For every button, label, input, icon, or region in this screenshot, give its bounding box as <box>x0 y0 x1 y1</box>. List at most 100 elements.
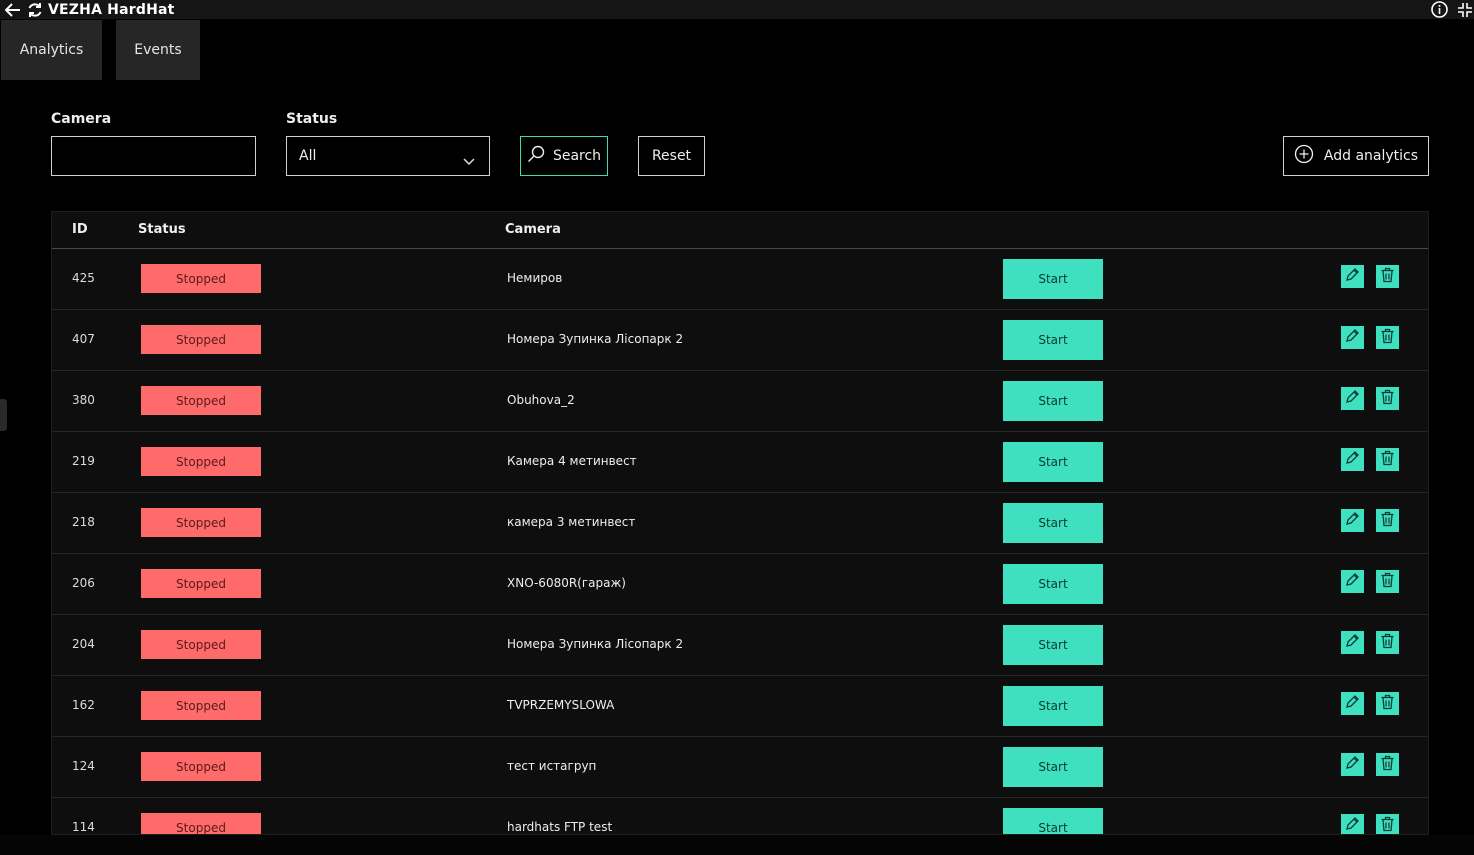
edit-button[interactable] <box>1341 753 1364 776</box>
trash-icon <box>1380 450 1395 470</box>
trash-icon <box>1380 511 1395 531</box>
delete-button[interactable] <box>1376 509 1399 532</box>
chevron-down-icon <box>463 151 475 170</box>
trash-icon <box>1380 755 1395 775</box>
delete-button[interactable] <box>1376 265 1399 288</box>
start-button[interactable]: Start <box>1003 625 1103 665</box>
pencil-icon <box>1345 389 1360 408</box>
header-status: Status <box>138 222 186 237</box>
edit-button[interactable] <box>1341 570 1364 593</box>
delete-button[interactable] <box>1376 814 1399 835</box>
camera-filter-label: Camera <box>51 111 112 127</box>
edit-button[interactable] <box>1341 387 1364 410</box>
pencil-icon <box>1345 755 1360 774</box>
start-button[interactable]: Start <box>1003 320 1103 360</box>
side-panel-handle[interactable] <box>0 399 7 431</box>
delete-button[interactable] <box>1376 692 1399 715</box>
status-badge: Stopped <box>141 508 261 537</box>
pencil-icon <box>1345 328 1360 347</box>
status-badge: Stopped <box>141 386 261 415</box>
table-header: ID Status Camera <box>52 212 1428 249</box>
app-title: VEZHA HardHat <box>48 1 175 18</box>
refresh-icon[interactable] <box>26 1 44 19</box>
pencil-icon <box>1345 450 1360 469</box>
status-badge: Stopped <box>141 752 261 781</box>
trash-icon <box>1380 389 1395 409</box>
row-id: 380 <box>72 393 95 407</box>
table-row: 380 Stopped Obuhova_2 Start <box>52 371 1428 432</box>
edit-button[interactable] <box>1341 326 1364 349</box>
trash-icon <box>1380 328 1395 348</box>
row-id: 219 <box>72 454 95 468</box>
pencil-icon <box>1345 572 1360 591</box>
status-badge: Stopped <box>141 325 261 354</box>
table-row: 114 Stopped hardhats FTP test Start <box>52 798 1428 835</box>
table-row: 219 Stopped Камера 4 метинвест Start <box>52 432 1428 493</box>
camera-filter-input[interactable] <box>51 136 256 176</box>
analytics-table: ID Status Camera 425 Stopped Немиров Sta… <box>51 211 1429 835</box>
header-id: ID <box>72 222 88 237</box>
start-button[interactable]: Start <box>1003 686 1103 726</box>
edit-button[interactable] <box>1341 692 1364 715</box>
row-camera: hardhats FTP test <box>507 820 613 834</box>
reset-button[interactable]: Reset <box>638 136 705 176</box>
status-badge: Stopped <box>141 691 261 720</box>
search-button[interactable]: Search <box>520 136 608 176</box>
edit-button[interactable] <box>1341 814 1364 834</box>
row-id: 162 <box>72 698 95 712</box>
row-camera: Obuhova_2 <box>507 393 575 407</box>
pencil-icon <box>1345 267 1360 286</box>
table-row: 425 Stopped Немиров Start <box>52 249 1428 310</box>
info-icon[interactable] <box>1430 1 1448 19</box>
status-badge: Stopped <box>141 630 261 659</box>
status-badge: Stopped <box>141 813 261 834</box>
status-filter-label: Status <box>286 111 338 127</box>
table-row: 206 Stopped XNO-6080R(гараж) Start <box>52 554 1428 615</box>
status-badge: Stopped <box>141 569 261 598</box>
start-button[interactable]: Start <box>1003 259 1103 299</box>
delete-button[interactable] <box>1376 448 1399 471</box>
delete-button[interactable] <box>1376 753 1399 776</box>
trash-icon <box>1380 816 1395 835</box>
edit-button[interactable] <box>1341 265 1364 288</box>
table-body: 425 Stopped Немиров Start 407 Stopped Но… <box>52 249 1428 835</box>
edit-button[interactable] <box>1341 448 1364 471</box>
search-button-label: Search <box>552 148 602 164</box>
collapse-icon[interactable] <box>1456 1 1474 19</box>
start-button[interactable]: Start <box>1003 747 1103 787</box>
delete-button[interactable] <box>1376 570 1399 593</box>
edit-button[interactable] <box>1341 509 1364 532</box>
trash-icon <box>1380 633 1395 653</box>
delete-button[interactable] <box>1376 387 1399 410</box>
pencil-icon <box>1345 633 1360 652</box>
row-camera: XNO-6080R(гараж) <box>507 576 626 590</box>
row-id: 204 <box>72 637 95 651</box>
pencil-icon <box>1345 816 1360 834</box>
row-id: 425 <box>72 271 95 285</box>
start-button[interactable]: Start <box>1003 808 1103 834</box>
tab-analytics[interactable]: Analytics <box>1 20 102 80</box>
start-button[interactable]: Start <box>1003 564 1103 604</box>
row-camera: Номера Зупинка Лісопарк 2 <box>507 637 684 651</box>
back-arrow-icon[interactable] <box>4 1 22 19</box>
trash-icon <box>1380 267 1395 287</box>
row-id: 124 <box>72 759 95 773</box>
start-button[interactable]: Start <box>1003 503 1103 543</box>
add-analytics-button[interactable]: Add analytics <box>1283 136 1429 176</box>
status-badge: Stopped <box>141 447 261 476</box>
status-filter-value: All <box>299 148 317 164</box>
row-camera: камера 3 метинвест <box>507 515 636 529</box>
header-camera: Camera <box>505 222 561 237</box>
delete-button[interactable] <box>1376 631 1399 654</box>
table-row: 407 Stopped Номера Зупинка Лісопарк 2 St… <box>52 310 1428 371</box>
row-camera: Номера Зупинка Лісопарк 2 <box>507 332 684 346</box>
start-button[interactable]: Start <box>1003 442 1103 482</box>
delete-button[interactable] <box>1376 326 1399 349</box>
status-filter-select[interactable]: All <box>286 136 490 176</box>
start-button[interactable]: Start <box>1003 381 1103 421</box>
row-camera: TVPRZEMYSLOWA <box>507 698 615 712</box>
edit-button[interactable] <box>1341 631 1364 654</box>
tab-events[interactable]: Events <box>116 20 200 80</box>
table-row: 204 Stopped Номера Зупинка Лісопарк 2 St… <box>52 615 1428 676</box>
title-bar: VEZHA HardHat <box>0 0 1474 19</box>
